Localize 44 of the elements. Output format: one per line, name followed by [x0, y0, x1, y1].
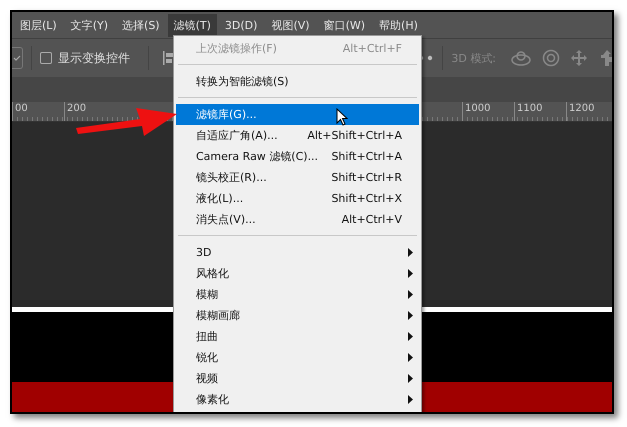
- submenu-arrow-icon: [408, 395, 413, 404]
- ruler-label: 200: [64, 102, 116, 121]
- menu-bar-item[interactable]: 窗口(W): [318, 14, 372, 36]
- mouse-cursor-icon: [336, 108, 348, 126]
- ruler-label: 1100: [514, 102, 566, 121]
- menu-item[interactable]: 液化(L)... Shift+Ctrl+X: [176, 188, 419, 209]
- menu-item[interactable]: 自适应广角(A)... Alt+Shift+Ctrl+A: [176, 125, 419, 146]
- menu-bar-item[interactable]: 3D(D): [218, 14, 264, 36]
- menu-item[interactable]: 3D: [176, 242, 419, 263]
- checkbox[interactable]: [40, 52, 52, 64]
- checkbox-label: 显示变换控件: [58, 50, 130, 66]
- menu-item[interactable]: 转换为智能滤镜(S): [176, 71, 419, 92]
- ruler-label: 1000: [462, 102, 514, 121]
- pan-icon[interactable]: [570, 49, 588, 67]
- menu-bar-item[interactable]: 图层(L): [14, 14, 63, 36]
- submenu-arrow-icon: [408, 269, 413, 278]
- menu-bar-item[interactable]: 视图(V): [265, 14, 316, 36]
- menu-item[interactable]: 像素化: [176, 389, 419, 410]
- menu-item[interactable]: 扭曲: [176, 326, 419, 347]
- submenu-arrow-icon: [408, 332, 413, 341]
- ruler-label: 00: [12, 102, 64, 121]
- menu-item[interactable]: 镜头校正(R)... Shift+Ctrl+R: [176, 167, 419, 188]
- submenu-arrow-icon: [408, 290, 413, 299]
- menu-bar-item[interactable]: 滤镜(T): [168, 14, 217, 36]
- menu-bar-item[interactable]: 文字(Y): [64, 14, 114, 36]
- menu-item[interactable]: Camera Raw 滤镜(C)... Shift+Ctrl+A: [176, 146, 419, 167]
- preset-dropdown[interactable]: [12, 47, 23, 69]
- check-icon: [13, 54, 21, 62]
- menu-item[interactable]: 模糊画廊: [176, 305, 419, 326]
- submenu-arrow-icon: [408, 374, 413, 383]
- orbit-icon[interactable]: [510, 49, 532, 67]
- roll-icon[interactable]: [542, 49, 560, 67]
- menu-bar-item[interactable]: 帮助(H): [373, 14, 424, 36]
- menu-item[interactable]: 锐化: [176, 347, 419, 368]
- menu-item[interactable]: 风格化: [176, 263, 419, 284]
- menu-item[interactable]: 滤镜库(G)...: [176, 104, 419, 125]
- menu-bar-item[interactable]: 选择(S): [116, 14, 166, 36]
- submenu-arrow-icon: [408, 248, 413, 257]
- ruler-label: 1200: [566, 102, 612, 121]
- menu-item[interactable]: 视频: [176, 368, 419, 389]
- menu-item[interactable]: 模糊: [176, 284, 419, 305]
- submenu-arrow-icon: [408, 353, 413, 362]
- menu-item[interactable]: 消失点(V)... Alt+Ctrl+V: [176, 209, 419, 230]
- submenu-arrow-icon: [408, 311, 413, 320]
